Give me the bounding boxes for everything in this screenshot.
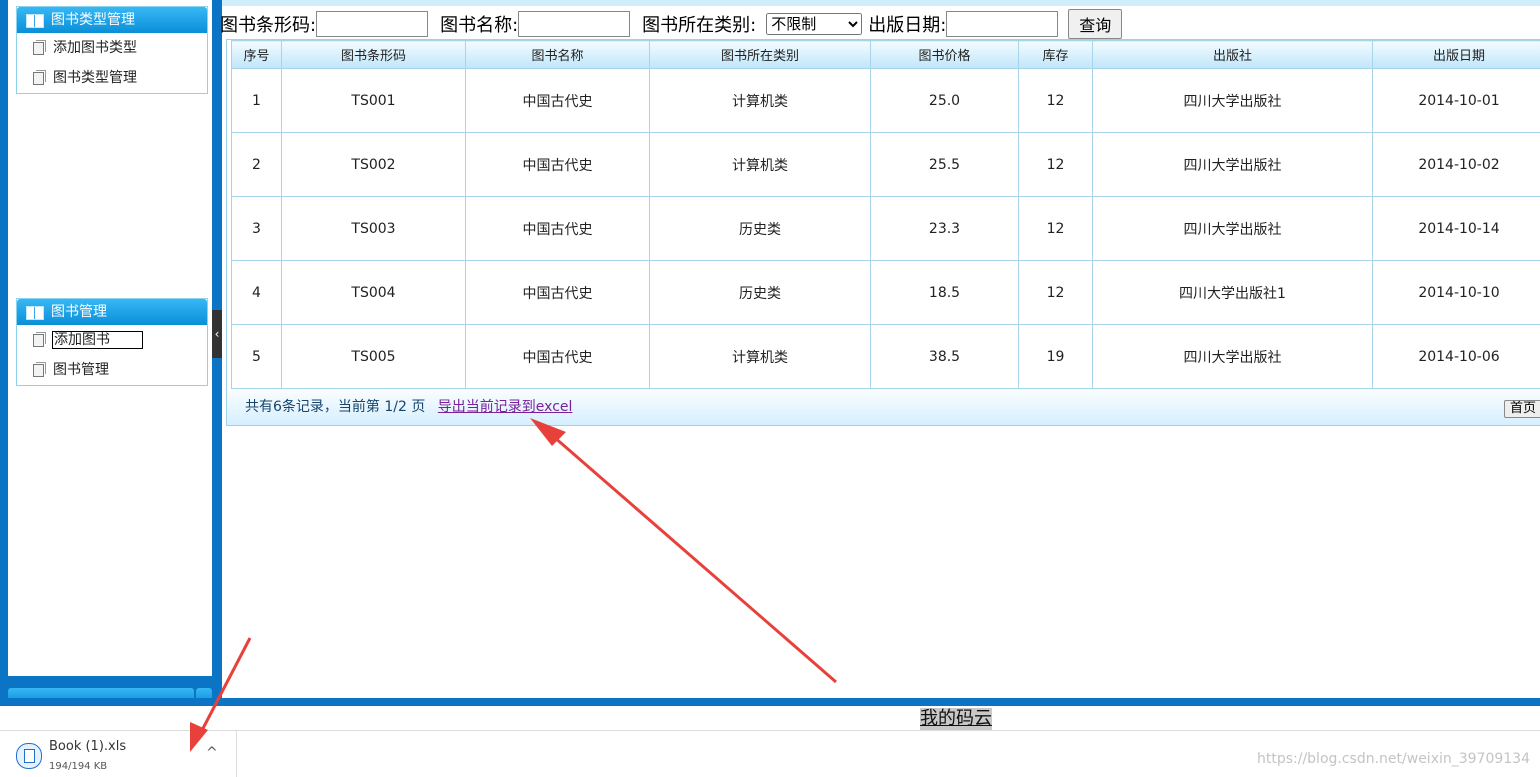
arrow-to-download-file	[190, 638, 250, 752]
annotation-arrows	[0, 0, 1540, 776]
arrow-to-export-link	[530, 418, 836, 682]
